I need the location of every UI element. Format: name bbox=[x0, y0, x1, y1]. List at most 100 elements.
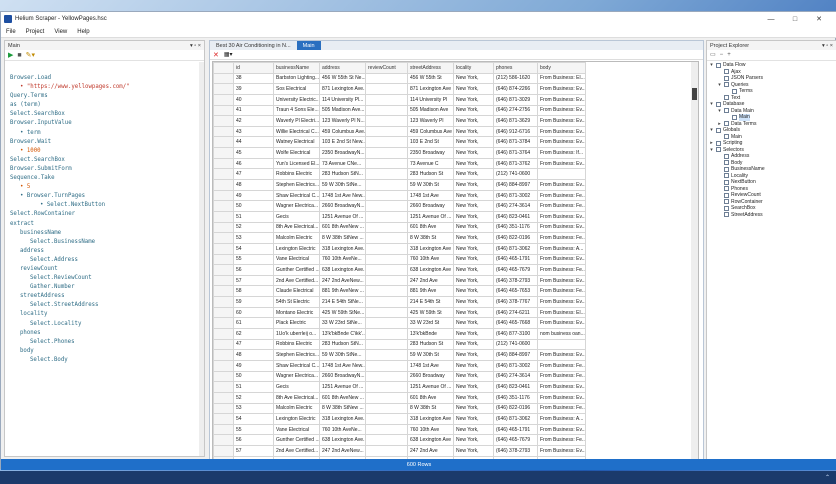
cell-phones[interactable]: (646) 871-3029 bbox=[493, 93, 538, 106]
cell-address[interactable]: 760 10th AveNe... bbox=[319, 423, 366, 436]
cell-id[interactable]: 54 bbox=[233, 242, 274, 255]
cell-phones[interactable]: (646) 874-2266 bbox=[493, 83, 538, 95]
maximize-button[interactable]: □ bbox=[783, 12, 807, 26]
menu-project[interactable]: Project bbox=[21, 29, 50, 35]
cell-address[interactable]: 123 Waverly Pl N... bbox=[319, 115, 366, 127]
row-selector[interactable] bbox=[213, 221, 234, 234]
row-selector[interactable] bbox=[213, 434, 234, 447]
explorer-pin-controls[interactable]: ▾ ▫ × bbox=[822, 43, 833, 49]
expand-toggle-icon[interactable]: ▾ bbox=[709, 101, 714, 108]
cell-address[interactable]: 247 2nd AveNew... bbox=[319, 445, 366, 457]
cell-businessName[interactable]: Gecis bbox=[273, 381, 320, 393]
expand-toggle-icon[interactable]: ▾ bbox=[709, 127, 714, 134]
cell-phones[interactable]: (646) 274-2756 bbox=[493, 104, 538, 117]
row-selector[interactable] bbox=[213, 274, 234, 287]
cell-locality[interactable]: New York, bbox=[453, 402, 494, 415]
cell-body[interactable] bbox=[537, 338, 586, 351]
cell-phones[interactable]: (646) 871-3002 bbox=[493, 189, 538, 202]
row-selector[interactable] bbox=[213, 147, 234, 159]
cell-id[interactable]: 55 bbox=[233, 423, 274, 436]
cell-locality[interactable]: New York, bbox=[453, 349, 494, 361]
cell-body[interactable]: From Business: Fe... bbox=[537, 200, 586, 212]
cell-address[interactable]: 881 9th AveNew ... bbox=[319, 285, 366, 298]
cell-locality[interactable]: New York, bbox=[453, 93, 494, 106]
cell-streetAddress[interactable]: 2660 Broadway bbox=[407, 200, 454, 212]
cell-locality[interactable]: New York, bbox=[453, 359, 494, 372]
cell-address[interactable]: 318 Lexington Ave... bbox=[319, 242, 366, 255]
cell-businessName[interactable]: University Electric... bbox=[273, 93, 320, 106]
table-row[interactable]: 58Claude Electrical881 9th AveNew ... 881… bbox=[213, 285, 586, 298]
cell-id[interactable]: 59 bbox=[233, 296, 274, 308]
row-selector[interactable] bbox=[213, 402, 234, 415]
cell-streetAddress[interactable]: 318 Lexington Ave bbox=[407, 413, 454, 425]
cell-reviewCount[interactable] bbox=[365, 445, 408, 457]
cell-id[interactable]: 50 bbox=[233, 370, 274, 383]
add-icon[interactable]: + bbox=[727, 52, 731, 58]
table-row[interactable]: 56 Gunther Certified ... 638 Lexington Ave… bbox=[213, 434, 586, 447]
play-icon[interactable]: ▶ bbox=[8, 52, 13, 59]
row-selector[interactable] bbox=[213, 285, 234, 298]
cell-id[interactable]: 43 bbox=[233, 125, 274, 138]
row-selector[interactable] bbox=[213, 72, 234, 85]
cell-locality[interactable]: New York, bbox=[453, 274, 494, 287]
cell-phones[interactable]: (646) 465-1791 bbox=[493, 423, 538, 436]
cell-id[interactable]: 47 bbox=[233, 338, 274, 351]
cell-locality[interactable]: New York, bbox=[453, 179, 494, 191]
table-row[interactable]: 51 Gecis 1251 Avenue Of ... 1251 Avenue Of … bbox=[213, 381, 586, 393]
cell-body[interactable]: From Business: Ev... bbox=[537, 296, 586, 308]
table-row[interactable]: 53 Malcolm Electric 8 W 38th StNew ... 8 W … bbox=[213, 402, 586, 415]
cell-businessName[interactable]: Stephen Electrics... bbox=[273, 179, 320, 191]
row-selector[interactable] bbox=[213, 445, 234, 457]
cell-id[interactable]: 49 bbox=[233, 359, 274, 372]
cell-address[interactable]: 2660 BroadwayN... bbox=[319, 370, 366, 383]
cell-businessName[interactable]: Willie Electrical C... bbox=[273, 125, 320, 138]
table-row[interactable]: 53 Malcolm Electric 8 W 38th StNew ... 8 W … bbox=[213, 232, 586, 244]
cell-businessName[interactable]: Wagner Electrica... bbox=[273, 200, 320, 212]
cell-phones[interactable]: (646) 884-8997 bbox=[493, 349, 538, 361]
cell-streetAddress[interactable]: 1251 Avenue Of ... bbox=[407, 381, 454, 393]
cell-body[interactable]: From Business: Ev... bbox=[537, 157, 586, 170]
code-editor[interactable]: Browser.Load • "https://www.yellowpages.c… bbox=[5, 62, 204, 456]
cell-streetAddress[interactable]: 638 Lexington Ave bbox=[407, 264, 454, 276]
cell-id[interactable]: 48 bbox=[233, 349, 274, 361]
table-row[interactable]: 54 Lexington Electric 318 Lexington Ave...… bbox=[213, 242, 586, 255]
tab-0[interactable]: Best 30 Air Conditioning in N... bbox=[210, 41, 297, 50]
cell-locality[interactable]: New York, bbox=[453, 221, 494, 234]
cell-id[interactable]: 52 bbox=[233, 221, 274, 234]
cell-phones[interactable]: (646) 871-3062 bbox=[493, 242, 538, 255]
table-row[interactable]: 39 Sos Electrical 871 Lexington Ave... 871 … bbox=[213, 83, 586, 95]
cell-id[interactable]: 57 bbox=[233, 274, 274, 287]
cell-businessName[interactable]: Stephen Electrics... bbox=[273, 349, 320, 361]
cell-body[interactable]: From Business: Ev... bbox=[537, 381, 586, 393]
row-selector[interactable] bbox=[213, 349, 234, 361]
expand-toggle-icon[interactable]: ▾ bbox=[717, 82, 722, 89]
cell-businessName[interactable]: Waverly Pl Electri... bbox=[273, 115, 320, 127]
cell-businessName[interactable]: Malcolm Electric bbox=[273, 232, 320, 244]
cell-streetAddress[interactable]: 214 E 54th St bbox=[407, 296, 454, 308]
cell-locality[interactable]: New York, bbox=[453, 285, 494, 298]
cell-streetAddress[interactable]: 456 W 55th St bbox=[407, 72, 454, 85]
cell-businessName[interactable]: 54th St Electric bbox=[273, 296, 320, 308]
row-selector[interactable] bbox=[213, 136, 234, 149]
table-row[interactable]: 42 Waverly Pl Electri... 123 Waverly Pl N.… bbox=[213, 115, 586, 127]
table-row[interactable]: 47 Robbins Electric 283 Hudson StN... 283 H… bbox=[213, 338, 586, 351]
cell-locality[interactable]: New York, bbox=[453, 338, 494, 351]
cell-businessName[interactable]: Shaw Electrical C... bbox=[273, 189, 320, 202]
cell-body[interactable]: From Business: Fe... bbox=[537, 402, 586, 415]
cell-address[interactable]: 114 University Pl... bbox=[319, 93, 366, 106]
cell-phones[interactable]: (646) 877-3100 bbox=[493, 328, 538, 340]
minus-icon[interactable]: − bbox=[720, 52, 724, 58]
cell-body[interactable]: From Business: Ev... bbox=[537, 349, 586, 361]
menu-file[interactable]: File bbox=[1, 29, 21, 35]
table-row[interactable]: 49 Shaw Electrical C... 1748 1st Ave New..… bbox=[213, 359, 586, 372]
cell-address[interactable]: 1251 Avenue Of ... bbox=[319, 381, 366, 393]
row-selector[interactable] bbox=[213, 413, 234, 425]
row-selector[interactable] bbox=[213, 370, 234, 383]
cell-streetAddress[interactable]: 114 University Pl bbox=[407, 93, 454, 106]
column-header-body[interactable]: body bbox=[537, 62, 586, 74]
table-row[interactable]: 46 Yun's Licensed El... 73 Avenue CNe... 73… bbox=[213, 157, 586, 170]
cell-reviewCount[interactable] bbox=[365, 125, 408, 138]
cell-address[interactable]: 2660 BroadwayN... bbox=[319, 200, 366, 212]
cell-reviewCount[interactable] bbox=[365, 359, 408, 372]
cell-body[interactable]: From Business: Ev... bbox=[537, 136, 586, 149]
